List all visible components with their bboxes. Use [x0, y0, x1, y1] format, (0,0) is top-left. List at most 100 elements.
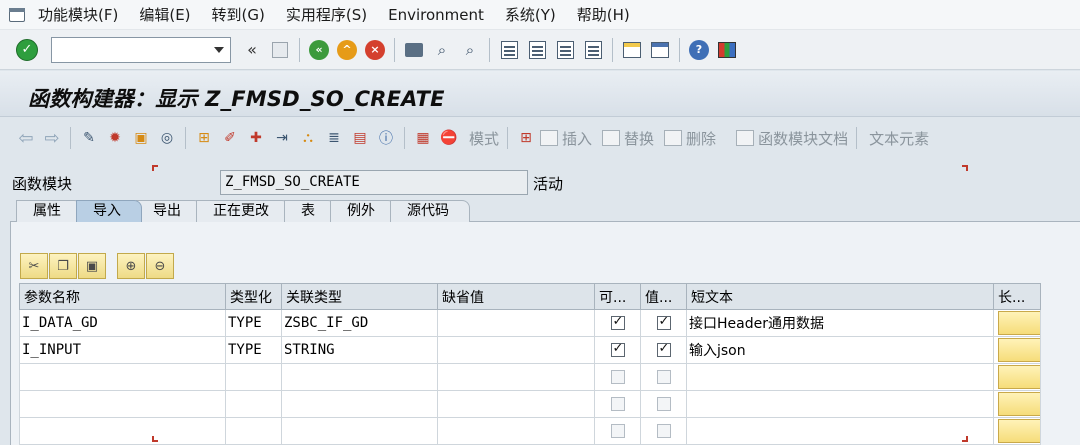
- command-field[interactable]: [51, 36, 231, 63]
- display-change-icon[interactable]: ✎: [79, 128, 99, 148]
- test-icon[interactable]: ✐: [220, 128, 240, 148]
- ref-type-cell[interactable]: [281, 417, 438, 445]
- long-text-button[interactable]: [998, 365, 1040, 389]
- long-text-button[interactable]: [998, 419, 1040, 443]
- help-icon[interactable]: ?: [688, 39, 710, 61]
- pass-value-checkbox[interactable]: [656, 370, 671, 384]
- back-icon[interactable]: «: [308, 39, 330, 61]
- param-cell[interactable]: [19, 390, 226, 418]
- menu-system[interactable]: 系统(Y): [505, 4, 556, 25]
- typing-cell[interactable]: TYPE: [225, 309, 282, 337]
- col-header-pass-value[interactable]: 值...: [640, 283, 687, 310]
- col-header-optional[interactable]: 可...: [594, 283, 641, 310]
- tab-tables[interactable]: 表: [284, 200, 336, 222]
- sap-menu-icon[interactable]: [6, 4, 28, 26]
- default-cell[interactable]: [437, 390, 595, 418]
- menu-goto[interactable]: 转到(G): [212, 4, 265, 25]
- pass-value-checkbox[interactable]: [656, 314, 671, 330]
- delete-row-icon[interactable]: ⊖: [146, 253, 174, 279]
- collapse-icon[interactable]: «: [241, 39, 263, 61]
- table-row[interactable]: [19, 363, 1080, 391]
- insert-row-icon[interactable]: ⊕: [117, 253, 145, 279]
- table-layout-icon[interactable]: ▤: [350, 128, 370, 148]
- table-row[interactable]: I_DATA_GDTYPEZSBC_IF_GD 接口Header通用数据: [19, 309, 1080, 337]
- debug-icon[interactable]: ✚: [246, 128, 266, 148]
- tab-exceptions[interactable]: 例外: [330, 200, 396, 222]
- find-next-icon[interactable]: ⌕: [459, 39, 481, 61]
- short-text-cell[interactable]: 输入json: [686, 336, 994, 364]
- table-row[interactable]: I_INPUTTYPESTRING 输入json: [19, 336, 1080, 364]
- shortcut-icon[interactable]: [649, 39, 671, 61]
- activate-icon[interactable]: ✹: [105, 128, 125, 148]
- tab-import[interactable]: 导入: [76, 200, 142, 222]
- text-elements-button[interactable]: 文本元素: [869, 128, 929, 149]
- first-page-icon[interactable]: [498, 39, 520, 61]
- col-header-param[interactable]: 参数名称: [19, 283, 226, 310]
- ok-icon[interactable]: ✓: [16, 38, 38, 61]
- short-text-cell[interactable]: [686, 363, 994, 391]
- hierarchy-icon[interactable]: ⛬: [298, 128, 318, 148]
- typing-cell[interactable]: [225, 417, 282, 445]
- tab-attributes[interactable]: 属性: [16, 200, 82, 222]
- tab-source-code[interactable]: 源代码: [390, 200, 470, 222]
- typing-cell[interactable]: [225, 390, 282, 418]
- print-icon[interactable]: [403, 39, 425, 61]
- param-cell[interactable]: [19, 417, 226, 445]
- default-cell[interactable]: [437, 417, 595, 445]
- fm-documentation-button[interactable]: 函数模块文档: [736, 128, 848, 149]
- customize-layout-icon[interactable]: [716, 39, 738, 61]
- pass-value-checkbox[interactable]: [656, 424, 671, 438]
- short-text-cell[interactable]: [686, 390, 994, 418]
- table-row[interactable]: [19, 390, 1080, 418]
- col-header-short-text[interactable]: 短文本: [686, 283, 994, 310]
- col-header-long-text[interactable]: 长...: [993, 283, 1041, 310]
- param-cell[interactable]: [19, 363, 226, 391]
- menu-help[interactable]: 帮助(H): [577, 4, 630, 25]
- prev-page-icon[interactable]: [526, 39, 548, 61]
- default-cell[interactable]: [437, 363, 595, 391]
- typing-cell[interactable]: TYPE: [225, 336, 282, 364]
- ref-type-cell[interactable]: [281, 363, 438, 391]
- save-icon[interactable]: [269, 39, 291, 61]
- col-header-typing[interactable]: 类型化: [225, 283, 282, 310]
- optional-checkbox[interactable]: [610, 370, 625, 384]
- insert-button[interactable]: 插入: [540, 128, 592, 149]
- long-text-button[interactable]: [998, 311, 1040, 335]
- command-input[interactable]: [52, 37, 202, 62]
- cancel-icon[interactable]: ×: [364, 39, 386, 61]
- pattern-icon[interactable]: ≣: [324, 128, 344, 148]
- paste-icon[interactable]: ▣: [78, 253, 106, 279]
- navigate-icon[interactable]: ⇥: [272, 128, 292, 148]
- arrow-left-icon[interactable]: ⇦: [16, 128, 36, 149]
- pass-value-checkbox[interactable]: [656, 341, 671, 357]
- long-text-button[interactable]: [998, 338, 1040, 362]
- long-text-button[interactable]: [998, 392, 1040, 416]
- replace-button[interactable]: 替换: [602, 128, 654, 149]
- print-preview-icon[interactable]: ▦: [413, 128, 433, 148]
- typing-cell[interactable]: [225, 363, 282, 391]
- other-object-icon[interactable]: ◎: [157, 128, 177, 148]
- menu-utilities[interactable]: 实用程序(S): [286, 4, 367, 25]
- where-used-icon[interactable]: ⊞: [194, 128, 214, 148]
- exit-icon[interactable]: ^: [336, 39, 358, 61]
- tab-changing[interactable]: 正在更改: [196, 200, 290, 222]
- optional-checkbox[interactable]: [610, 424, 625, 438]
- arrow-right-icon[interactable]: ⇨: [42, 128, 62, 149]
- mode-button[interactable]: 模式: [469, 128, 499, 149]
- pattern-insert-icon[interactable]: ⊞: [516, 128, 536, 148]
- stop-icon[interactable]: ⛔: [439, 128, 459, 148]
- function-module-field[interactable]: Z_FMSD_SO_CREATE: [220, 170, 528, 195]
- param-cell[interactable]: I_INPUT: [19, 336, 226, 364]
- info-icon[interactable]: ⓘ: [376, 128, 396, 148]
- menu-environment[interactable]: Environment: [388, 6, 484, 24]
- ref-type-cell[interactable]: [281, 390, 438, 418]
- col-header-ref-type[interactable]: 关联类型: [281, 283, 438, 310]
- ref-type-cell[interactable]: STRING: [281, 336, 438, 364]
- optional-checkbox[interactable]: [610, 341, 625, 357]
- menu-edit[interactable]: 编辑(E): [139, 4, 190, 25]
- chevron-down-icon[interactable]: [214, 46, 224, 53]
- cut-icon[interactable]: ✂: [20, 253, 48, 279]
- param-cell[interactable]: I_DATA_GD: [19, 309, 226, 337]
- last-page-icon[interactable]: [582, 39, 604, 61]
- next-page-icon[interactable]: [554, 39, 576, 61]
